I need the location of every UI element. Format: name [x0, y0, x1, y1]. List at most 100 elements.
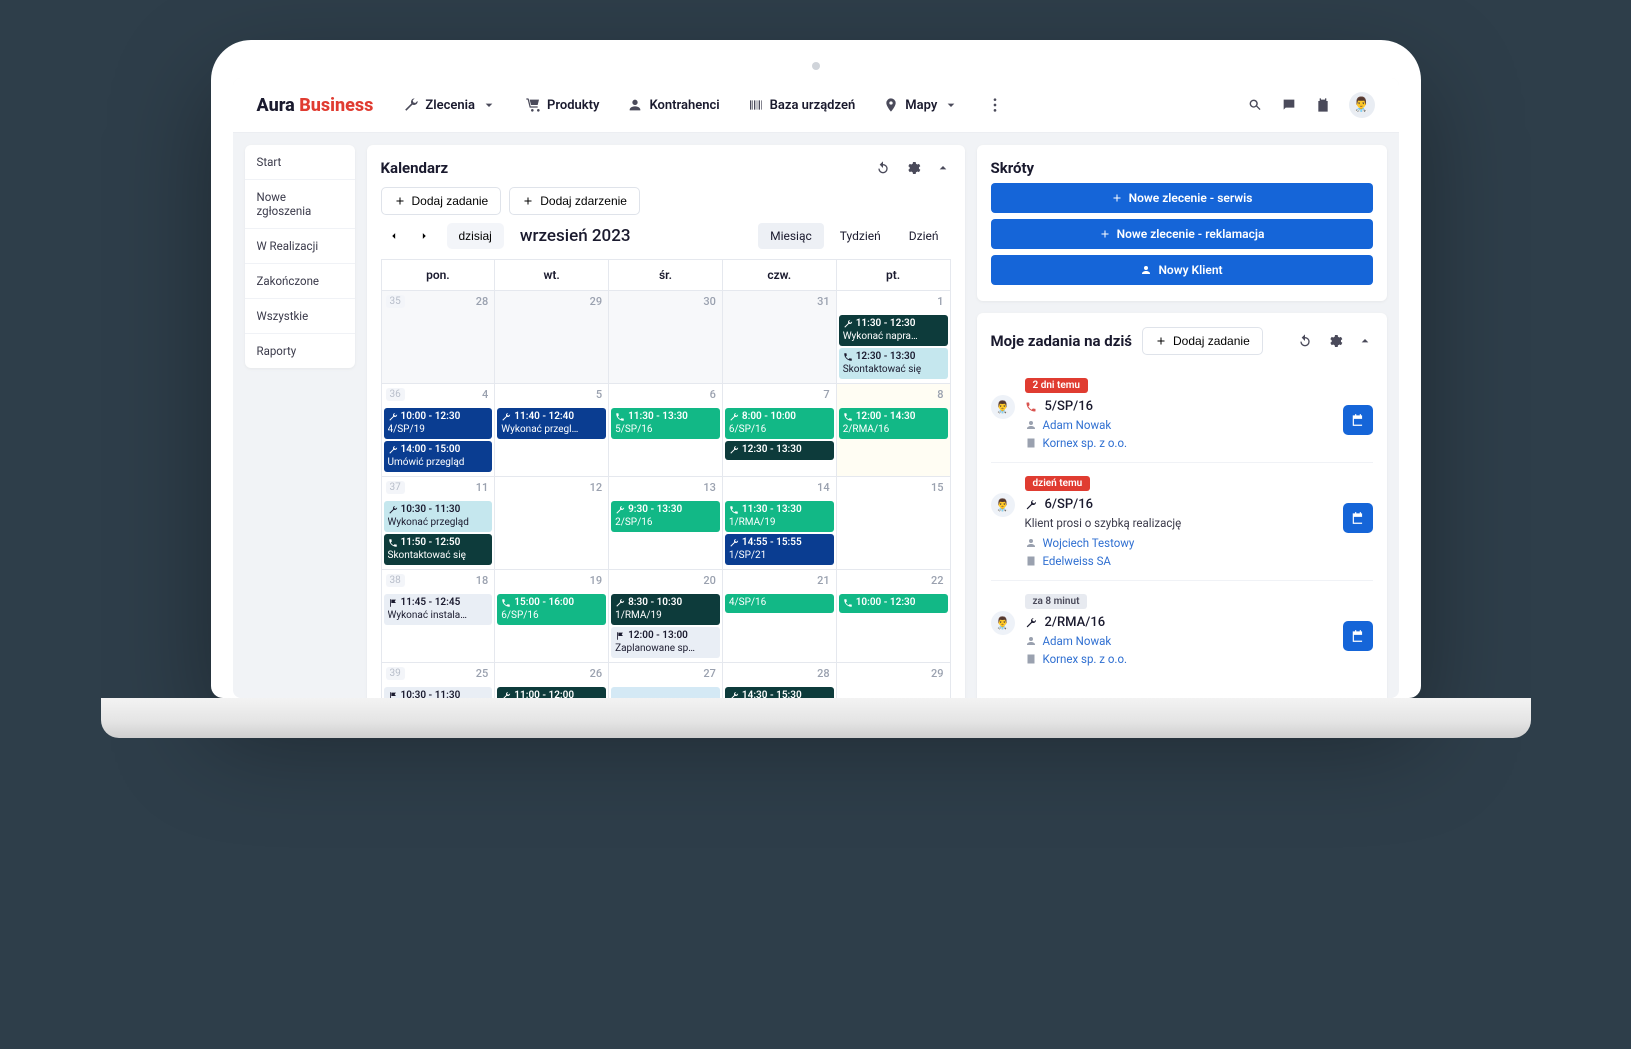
calendar-cell[interactable]: 22 10:00 - 12:30	[837, 570, 951, 663]
calendar-cell[interactable]: 21 4/SP/16	[723, 570, 837, 663]
calendar-refresh[interactable]	[875, 160, 891, 176]
new-complaint-order-button[interactable]: Nowe zlecenie - reklamacja	[991, 219, 1373, 249]
nav-kontrahenci[interactable]: Kontrahenci	[627, 97, 719, 113]
calendar-event[interactable]: 14:55 - 15:551/SP/21	[725, 534, 834, 565]
sidebar-item-2[interactable]: W Realizacji	[245, 229, 355, 264]
calendar-cell[interactable]: 5 11:40 - 12:40Wykonać przegl…	[495, 384, 609, 477]
calendar-cell[interactable]: 30	[609, 291, 723, 384]
nav-baza[interactable]: Baza urządzeń	[748, 97, 856, 113]
tasks-settings[interactable]	[1327, 333, 1343, 349]
sidebar-item-1[interactable]: Nowe zgłoszenia	[245, 180, 355, 229]
calendar-event[interactable]: 10:30 - 11:30Wykonać instala…	[384, 687, 493, 698]
calendar-event[interactable]: 8:00 - 10:006/SP/16	[725, 408, 834, 439]
more-icon	[987, 97, 1003, 113]
calendar-event[interactable]: 11:45 - 12:45Wykonać instala…	[384, 594, 493, 625]
task-calendar-button[interactable]	[1343, 503, 1373, 533]
calendar-cell[interactable]: 1 11:30 - 12:30Wykonać napra… 12:30 - 13…	[837, 291, 951, 384]
calendar-event[interactable]: 10:00 - 12:30	[839, 594, 948, 613]
calendar-cell[interactable]: 436 10:00 - 12:304/SP/19 14:00 - 15:00Um…	[382, 384, 496, 477]
calendar-cell[interactable]: 1838 11:45 - 12:45Wykonać instala…	[382, 570, 496, 663]
calendar-event[interactable]: 11:00 - 12:00Umówić przegląd	[497, 687, 606, 698]
tasks-add-button[interactable]: Dodaj zadanie	[1142, 327, 1263, 355]
task-company[interactable]: Kornex sp. z o.o.	[1025, 652, 1333, 666]
nav-mapy[interactable]: Mapy	[883, 97, 959, 113]
prev-month[interactable]	[381, 223, 407, 249]
calendar-collapse[interactable]	[935, 160, 951, 176]
add-event-button[interactable]: Dodaj zdarzenie	[509, 187, 640, 215]
tasks-refresh[interactable]	[1297, 333, 1313, 349]
calendar-event[interactable]: 11:30 - 13:301/RMA/19	[725, 501, 834, 532]
gear-icon	[905, 160, 921, 176]
calendar-event[interactable]: 12:00 - 13:00Zaplanowane sp…	[611, 627, 720, 658]
task-title[interactable]: 6/SP/16	[1025, 497, 1333, 512]
calendar-event[interactable]: 11:40 - 12:40Wykonać przegl…	[497, 408, 606, 439]
calendar-event[interactable]: 10:00 - 12:304/SP/19	[384, 408, 493, 439]
chat-button[interactable]	[1281, 97, 1297, 113]
task-person[interactable]: Wojciech Testowy	[1025, 536, 1333, 550]
calendar-settings[interactable]	[905, 160, 921, 176]
calendar-cell[interactable]: 2835	[382, 291, 496, 384]
calendar-cell[interactable]: 1137 10:30 - 11:30Wykonać przegląd 11:50…	[382, 477, 496, 570]
task-calendar-button[interactable]	[1343, 621, 1373, 651]
calendar-event[interactable]: 14:00 - 15:00Umówić przegląd	[384, 441, 493, 472]
sidebar-item-0[interactable]: Start	[245, 145, 355, 180]
calendar-event[interactable]: 12:30 - 13:30	[725, 441, 834, 460]
task-company[interactable]: Kornex sp. z o.o.	[1025, 436, 1333, 450]
new-client-button[interactable]: Nowy Klient	[991, 255, 1373, 285]
sidebar-item-3[interactable]: Zakończone	[245, 264, 355, 299]
nav-more[interactable]	[987, 97, 1003, 113]
calendar-event[interactable]: 11:30 - 12:30Wykonać napra…	[839, 315, 948, 346]
calendar-event[interactable]: 8:30 - 10:301/RMA/19	[611, 594, 720, 625]
nav-produkty[interactable]: Produkty	[525, 97, 599, 113]
calendar-event[interactable]: 11:50 - 12:50Skontaktować się	[384, 534, 493, 565]
tasks-collapse[interactable]	[1357, 333, 1373, 349]
add-task-button[interactable]: Dodaj zadanie	[381, 187, 502, 215]
nav-zlecenia[interactable]: Zlecenia	[403, 97, 497, 113]
task-title[interactable]: 5/SP/16	[1025, 399, 1333, 414]
calendar-cell[interactable]: 19 15:00 - 16:006/SP/16	[495, 570, 609, 663]
calendar-cell[interactable]: 12	[495, 477, 609, 570]
today-button[interactable]: dzisiaj	[447, 223, 504, 249]
calendar-cell[interactable]: 7 8:00 - 10:006/SP/16 12:30 - 13:30	[723, 384, 837, 477]
calendar-event[interactable]	[611, 687, 720, 698]
sidebar-item-4[interactable]: Wszystkie	[245, 299, 355, 334]
calendar-cell[interactable]: 8 12:00 - 14:302/RMA/16	[837, 384, 951, 477]
calendar-cell[interactable]: 29	[495, 291, 609, 384]
task-company[interactable]: Edelweiss SA	[1025, 554, 1333, 568]
view-month[interactable]: Miesiąc	[758, 223, 824, 249]
sidebar-item-5[interactable]: Raporty	[245, 334, 355, 368]
calendar-event[interactable]: 12:00 - 14:302/RMA/16	[839, 408, 948, 439]
user-avatar[interactable]: 👨‍⚕️	[1349, 92, 1375, 118]
calendar-event[interactable]: 4/SP/16	[725, 594, 834, 613]
view-week[interactable]: Tydzień	[828, 223, 893, 249]
calendar-event[interactable]: 9:30 - 13:302/SP/16	[611, 501, 720, 532]
flag-icon	[388, 598, 398, 608]
calendar-cell[interactable]: 15	[837, 477, 951, 570]
calendar-cell[interactable]: 13 9:30 - 13:302/SP/16	[609, 477, 723, 570]
search-button[interactable]	[1247, 97, 1263, 113]
calendar-cell[interactable]: 29	[837, 663, 951, 698]
new-service-order-button[interactable]: Nowe zlecenie - serwis	[991, 183, 1373, 213]
task-title[interactable]: 2/RMA/16	[1025, 615, 1333, 630]
calendar-cell[interactable]: 27 12:00 - 13:00Wykonać instalację	[609, 663, 723, 698]
top-actions: 👨‍⚕️	[1247, 92, 1375, 118]
next-month[interactable]	[411, 223, 437, 249]
calendar-cell[interactable]: 28 14:30 - 15:30	[723, 663, 837, 698]
day-number: 30	[703, 295, 716, 308]
calendar-event[interactable]: 14:30 - 15:30	[725, 687, 834, 698]
calendar-event[interactable]: 11:30 - 13:305/SP/16	[611, 408, 720, 439]
calendar-cell[interactable]: 26 11:00 - 12:00Umówić przegląd	[495, 663, 609, 698]
clipboard-button[interactable]	[1315, 97, 1331, 113]
task-person[interactable]: Adam Nowak	[1025, 418, 1333, 432]
calendar-cell[interactable]: 208:30 - 10:301/RMA/19 12:00 - 13:00Zapl…	[609, 570, 723, 663]
calendar-event[interactable]: 10:30 - 11:30Wykonać przegląd	[384, 501, 493, 532]
calendar-event[interactable]: 12:30 - 13:30Skontaktować się	[839, 348, 948, 379]
calendar-cell[interactable]: 6 11:30 - 13:305/SP/16	[609, 384, 723, 477]
task-calendar-button[interactable]	[1343, 405, 1373, 435]
calendar-cell[interactable]: 14 11:30 - 13:301/RMA/19 14:55 - 15:551/…	[723, 477, 837, 570]
calendar-cell[interactable]: 31	[723, 291, 837, 384]
view-day[interactable]: Dzień	[897, 223, 951, 249]
calendar-event[interactable]: 15:00 - 16:006/SP/16	[497, 594, 606, 625]
task-person[interactable]: Adam Nowak	[1025, 634, 1333, 648]
calendar-cell[interactable]: 2539 10:30 - 11:30Wykonać instala…	[382, 663, 496, 698]
